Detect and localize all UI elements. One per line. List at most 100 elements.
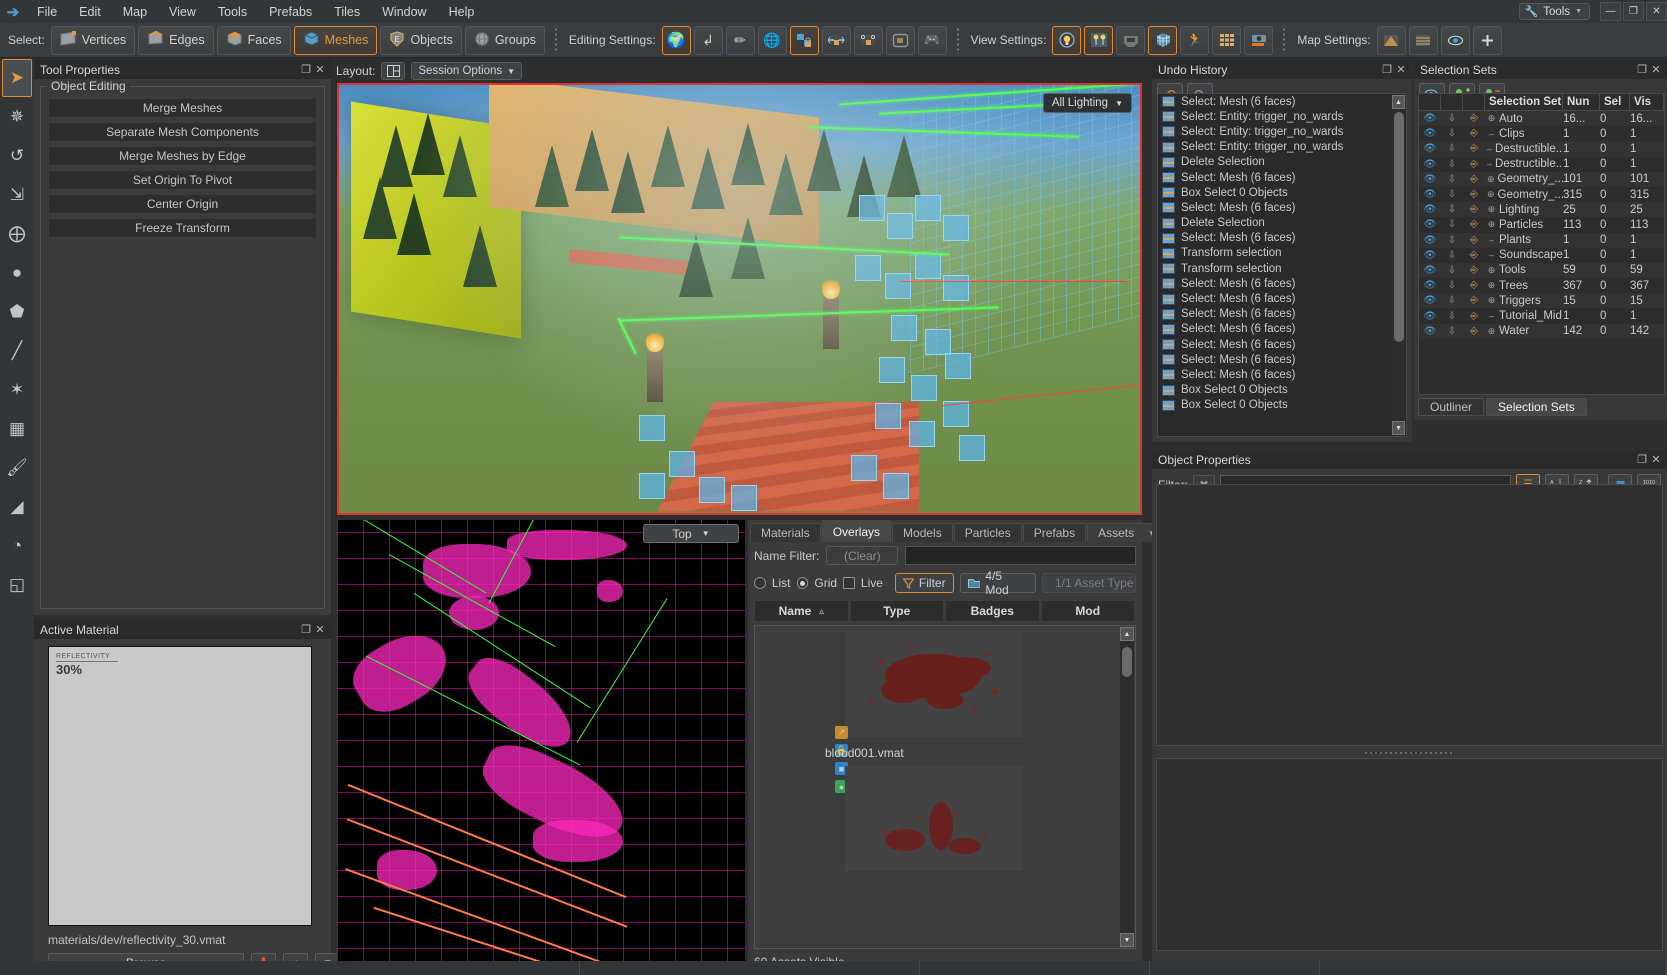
visibility-toggle-icon[interactable]: 👁 [1419, 174, 1441, 185]
undo-history-item[interactable]: Box Select 0 Objects [1158, 185, 1406, 200]
visibility-toggle-icon[interactable]: 👁 [1419, 189, 1441, 200]
visibility-toggle-icon[interactable]: 👁 [1419, 235, 1441, 246]
column-header-mod[interactable]: Mod [1041, 600, 1136, 622]
viewport-2d-view-dropdown[interactable]: Top ▼ [643, 524, 739, 543]
texture-align-lock-icon[interactable] [854, 26, 883, 55]
link-icon[interactable]: ⇩ [1441, 280, 1463, 291]
tab-selection-sets[interactable]: Selection Sets [1486, 398, 1587, 416]
link-icon[interactable]: ⇩ [1441, 204, 1463, 215]
visibility-toggle-icon[interactable]: 👁 [1419, 280, 1441, 291]
undo-history-item[interactable]: Select: Mesh (6 faces) [1158, 200, 1406, 215]
rotate-tool[interactable]: ↺ [2, 137, 32, 175]
undo-history-item[interactable]: Select: Mesh (6 faces) [1158, 337, 1406, 352]
undo-history-item[interactable]: Select: Entity: trigger_no_wards [1158, 124, 1406, 139]
close-button[interactable]: ✕ [1646, 2, 1667, 21]
visibility-toggle-icon[interactable]: 👁 [1419, 143, 1441, 154]
player-clip-icon[interactable]: 🏃 [1180, 26, 1209, 55]
object-properties-content[interactable] [1156, 484, 1663, 746]
displacement-tool[interactable]: ◢ [2, 488, 32, 526]
expand-toggle-icon[interactable]: ⊕ [1487, 265, 1496, 276]
set-origin-to-pivot-button[interactable]: Set Origin To Pivot [49, 171, 316, 189]
visibility-toggle-icon[interactable]: 👁 [1419, 326, 1441, 337]
selection-set-row[interactable]: 👁⇩⎆⊕Geometry_...1010101 [1419, 172, 1664, 187]
object-properties-splitter[interactable] [1156, 749, 1663, 756]
select-mode-edges[interactable]: Edges [138, 26, 213, 55]
undo-history-item[interactable]: Box Select 0 Objects [1158, 398, 1406, 413]
close-icon[interactable]: ✕ [1394, 63, 1408, 76]
close-icon[interactable]: ✕ [1649, 453, 1663, 466]
undo-history-item[interactable]: Select: Mesh (6 faces) [1158, 231, 1406, 246]
menu-map[interactable]: Map [112, 2, 158, 22]
live-checkbox[interactable] [843, 577, 855, 589]
center-origin-button[interactable]: Center Origin [49, 195, 316, 213]
texture-tool[interactable]: ▦ [2, 410, 32, 448]
close-icon[interactable]: ✕ [313, 623, 327, 636]
tab-prefabs[interactable]: Prefabs [1023, 523, 1086, 542]
menu-view[interactable]: View [158, 2, 207, 22]
selection-set-row[interactable]: 👁⇩⎆⊕Trees3670367 [1419, 278, 1664, 293]
expand-toggle-icon[interactable]: ⊕ [1487, 219, 1496, 230]
grid-display-icon[interactable] [1212, 26, 1241, 55]
scroll-down-button[interactable]: ▼ [1392, 421, 1405, 435]
texture-lock-icon[interactable] [790, 26, 819, 55]
asset-thumbnail[interactable] [845, 766, 1023, 871]
expand-toggle-icon[interactable]: – [1487, 235, 1496, 245]
visibility-toggle-icon[interactable]: 👁 [1419, 219, 1441, 230]
asset-type-filter-button[interactable]: 1/1 Asset Type [1042, 573, 1136, 593]
column-header-selection-set[interactable]: Selection Set [1485, 94, 1563, 110]
block-tool[interactable]: ⬟ [2, 293, 32, 331]
link-icon[interactable]: ⇩ [1441, 219, 1463, 230]
minimize-button[interactable]: — [1600, 2, 1621, 21]
world-space-icon[interactable]: 🌍 [662, 26, 691, 55]
undo-history-item[interactable]: Box Select 0 Objects [1158, 383, 1406, 398]
layout-grid-icon[interactable] [381, 62, 405, 80]
asset-grid-scrollbar[interactable]: ▲ ▼ [1120, 627, 1134, 947]
selection-set-row[interactable]: 👁⇩⎆⊕Water1420142 [1419, 324, 1664, 339]
undo-history-item[interactable]: Select: Entity: trigger_no_wards [1158, 109, 1406, 124]
link-icon[interactable]: ⇩ [1441, 295, 1463, 306]
selection-set-row[interactable]: 👁⇩⎆–Tutorial_Mid101 [1419, 308, 1664, 323]
select-mode-meshes[interactable]: Meshes [294, 26, 378, 55]
expand-toggle-icon[interactable]: ⊕ [1487, 113, 1496, 124]
lighting-preview-icon[interactable] [1052, 26, 1081, 55]
expand-toggle-icon[interactable]: ⊕ [1487, 204, 1496, 215]
undo-history-item[interactable]: Select: Mesh (6 faces) [1158, 170, 1406, 185]
tab-outliner[interactable]: Outliner [1418, 398, 1484, 416]
undo-history-item[interactable]: Delete Selection [1158, 216, 1406, 231]
column-header-sel[interactable]: Sel [1600, 94, 1630, 110]
scroll-down-button[interactable]: ▼ [1120, 933, 1134, 947]
undo-history-item[interactable]: Select: Mesh (6 faces) [1158, 322, 1406, 337]
asset-thumbnail[interactable] [845, 632, 1023, 737]
view-list-radio[interactable] [754, 577, 766, 589]
undock-icon[interactable]: ❐ [1380, 63, 1394, 76]
column-header-type[interactable]: Type [850, 600, 945, 622]
column-header-num[interactable]: Nun [1563, 94, 1600, 110]
visibility-toggle-icon[interactable]: 👁 [1419, 250, 1441, 261]
selection-set-row[interactable]: 👁⇩⎆⊕Tools59059 [1419, 263, 1664, 278]
undo-history-item[interactable]: Delete Selection [1158, 155, 1406, 170]
session-options-button[interactable]: Session Options ▼ [411, 62, 522, 80]
column-header-name[interactable]: Name ▵ [754, 600, 849, 622]
viewport-2d-top[interactable]: Top ▼ [337, 520, 745, 975]
selection-sets-table[interactable]: Selection Set Nun Sel Vis 👁⇩⎆⊕Auto16...0… [1418, 93, 1665, 395]
tab-materials[interactable]: Materials [750, 523, 821, 542]
clear-filter-button[interactable]: (Clear) [826, 546, 898, 565]
add-icon[interactable] [1473, 26, 1502, 55]
column-header-badges[interactable]: Badges [945, 600, 1040, 622]
link-icon[interactable]: ⇩ [1441, 250, 1463, 261]
scale-tool[interactable]: ⇲ [2, 176, 32, 214]
menu-file[interactable]: File [26, 2, 68, 22]
undo-history-item[interactable]: Select: Mesh (6 faces) [1158, 367, 1406, 382]
menu-window[interactable]: Window [371, 2, 437, 22]
visibility-icon[interactable] [1441, 26, 1470, 55]
vertex-tool[interactable]: ✶ [2, 371, 32, 409]
selection-set-row[interactable]: 👁⇩⎆–Clips101 [1419, 126, 1664, 141]
merge-meshes-button[interactable]: Merge Meshes [49, 99, 316, 117]
select-mode-faces[interactable]: Faces [217, 26, 291, 55]
expand-toggle-icon[interactable]: – [1487, 144, 1492, 154]
clip-tool[interactable]: ╱ [2, 332, 32, 370]
camera-icon[interactable] [1244, 26, 1273, 55]
name-filter-input[interactable] [905, 546, 1136, 565]
fog-icon[interactable] [1116, 26, 1145, 55]
visibility-toggle-icon[interactable]: 👁 [1419, 295, 1441, 306]
